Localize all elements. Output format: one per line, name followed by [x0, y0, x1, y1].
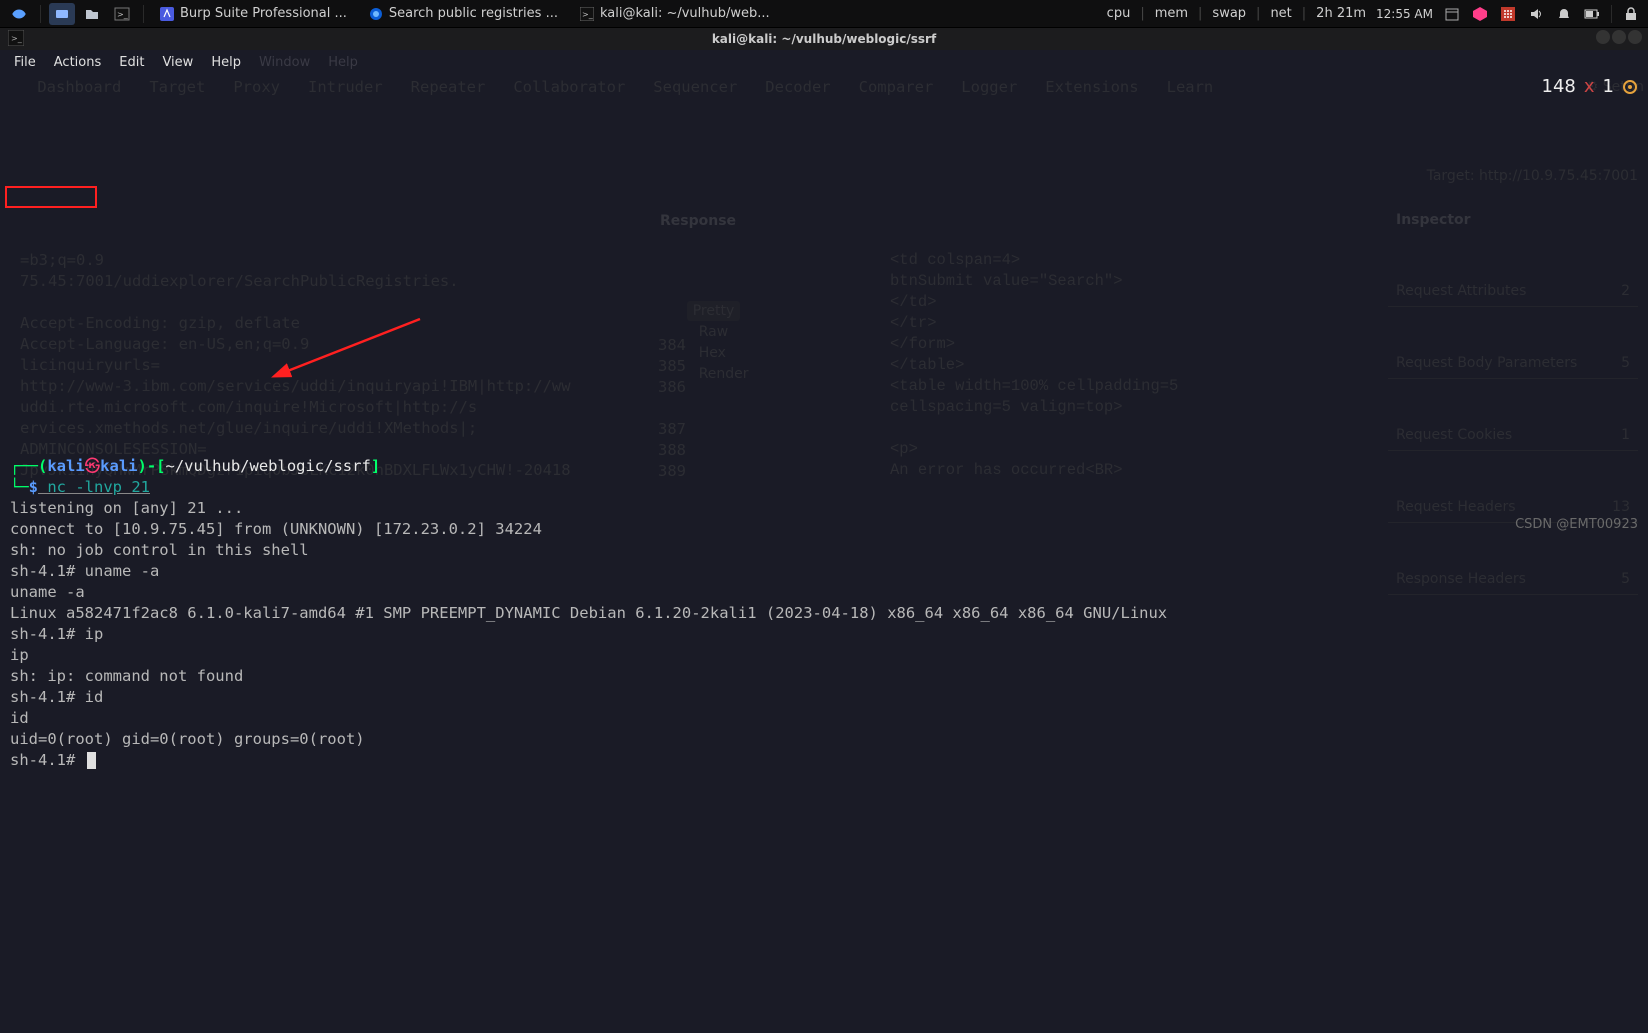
- svg-text:>_: >_: [582, 10, 594, 19]
- svg-text:>_: >_: [117, 10, 129, 19]
- cube-icon[interactable]: [1471, 5, 1489, 23]
- out-3: sh-4.1# uname -a: [10, 562, 159, 580]
- separator: [143, 5, 144, 23]
- menu-actions[interactable]: Actions: [54, 55, 102, 70]
- gear-icon[interactable]: [1622, 79, 1638, 95]
- separator: [1611, 5, 1612, 23]
- command: nc -lnvp 21: [38, 478, 150, 496]
- prompt-line2: └─: [10, 478, 29, 496]
- out-10: id: [10, 709, 29, 727]
- uptime-label: 2h 21m: [1316, 6, 1366, 21]
- net-label[interactable]: net: [1270, 6, 1291, 21]
- prompt-dollar: $: [29, 478, 38, 496]
- menu-file[interactable]: File: [14, 55, 36, 70]
- count-x: x: [1584, 76, 1595, 97]
- battery-icon[interactable]: [1583, 5, 1601, 23]
- out-11: uid=0(root) gid=0(root) groups=0(root): [10, 730, 365, 748]
- prompt-close: )-[: [138, 457, 166, 475]
- menu-window-dim: Window: [259, 55, 310, 70]
- desktop-taskbar: >_ Burp Suite Professional ... Search pu…: [0, 0, 1648, 28]
- terminal-icon: >_: [580, 7, 594, 21]
- calendar-icon[interactable]: [1443, 5, 1461, 23]
- separator: [40, 5, 41, 23]
- clock[interactable]: 12:55 AM: [1376, 7, 1433, 21]
- prompt-user: kali: [47, 457, 84, 475]
- status-counter: 148 x 1: [1542, 76, 1638, 97]
- task-terminal-label: kali@kali: ~/vulhub/web...: [600, 6, 770, 21]
- out-9: sh-4.1# id: [10, 688, 103, 706]
- task-browser-label: Search public registries ...: [389, 6, 558, 21]
- workspace-icon[interactable]: [49, 3, 75, 25]
- task-burp-label: Burp Suite Professional ...: [180, 6, 347, 21]
- menu-edit[interactable]: Edit: [119, 55, 144, 70]
- prompt-end: ]: [371, 457, 380, 475]
- svg-text:>_: >_: [11, 34, 23, 43]
- terminal-text: ┌──(kali㉿kali)-[~/vulhub/weblogic/ssrf] …: [10, 435, 1638, 792]
- window-titlebar: >_ kali@kali: ~/vulhub/weblogic/ssrf: [0, 28, 1648, 50]
- task-browser[interactable]: Search public registries ...: [361, 4, 566, 23]
- out-5: Linux a582471f2ac8 6.1.0-kali7-amd64 #1 …: [10, 604, 1167, 622]
- out-0: listening on [any] 21 ...: [10, 499, 243, 517]
- out-1: connect to [10.9.75.45] from (UNKNOWN) […: [10, 520, 542, 538]
- prompt-at: ㉿: [85, 457, 101, 475]
- swap-label[interactable]: swap: [1212, 6, 1246, 21]
- task-terminal[interactable]: >_ kali@kali: ~/vulhub/web...: [572, 4, 778, 23]
- count-num: 148: [1542, 76, 1576, 97]
- bg-response: Response Pretty Raw Hex Render: [660, 169, 749, 448]
- annotation-arrow: [270, 314, 430, 384]
- mem-label[interactable]: mem: [1155, 6, 1188, 21]
- cpu-label[interactable]: cpu: [1107, 6, 1131, 21]
- task-burp[interactable]: Burp Suite Professional ...: [152, 4, 355, 23]
- window-close[interactable]: [1628, 30, 1642, 44]
- prompt-host: kali: [100, 457, 137, 475]
- menu-view[interactable]: View: [162, 55, 193, 70]
- grid-icon[interactable]: [1499, 5, 1517, 23]
- terminal-launcher-icon[interactable]: >_: [109, 3, 135, 25]
- dragon-icon[interactable]: [6, 3, 32, 25]
- prompt-path: ~/vulhub/weblogic/ssrf: [166, 457, 371, 475]
- out-6: sh-4.1# ip: [10, 625, 103, 643]
- prompt-open: ┌──(: [10, 457, 47, 475]
- files-icon[interactable]: [79, 3, 105, 25]
- cursor: [87, 752, 96, 769]
- out-2: sh: no job control in this shell: [10, 541, 309, 559]
- menu-help-dim: Help: [328, 55, 358, 70]
- out-8: sh: ip: command not found: [10, 667, 243, 685]
- volume-icon[interactable]: [1527, 5, 1545, 23]
- bell-icon[interactable]: [1555, 5, 1573, 23]
- terminal-menubar: File Actions Edit View Help Window Help: [0, 50, 1648, 74]
- out-12: sh-4.1#: [10, 751, 85, 769]
- window-title: kali@kali: ~/vulhub/weblogic/ssrf: [712, 32, 936, 46]
- titlebar-terminal-icon: >_: [8, 30, 24, 49]
- burp-icon: [160, 7, 174, 21]
- count-one: 1: [1603, 76, 1614, 97]
- terminal-viewport[interactable]: Dashboard Target Proxy Intruder Repeater…: [0, 74, 1648, 1033]
- firefox-icon: [369, 7, 383, 21]
- window-maximize[interactable]: [1612, 30, 1626, 44]
- menu-help[interactable]: Help: [211, 55, 241, 70]
- annotation-box: [5, 186, 97, 208]
- lock-icon[interactable]: [1622, 5, 1640, 23]
- bg-target: Target: http://10.9.75.45:7001: [1427, 124, 1638, 229]
- out-4: uname -a: [10, 583, 85, 601]
- out-7: ip: [10, 646, 29, 664]
- window-minimize[interactable]: [1596, 30, 1610, 44]
